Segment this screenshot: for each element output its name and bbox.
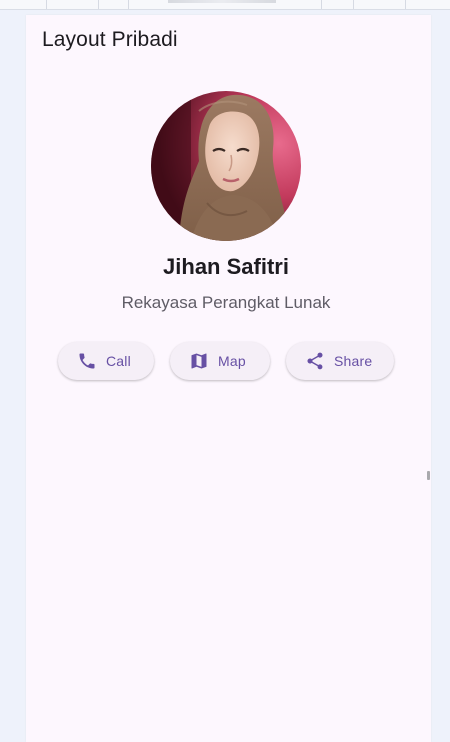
avatar bbox=[151, 91, 301, 241]
ruler-tick bbox=[353, 0, 354, 9]
top-ruler-strip bbox=[0, 0, 450, 10]
share-button-label: Share bbox=[334, 353, 373, 369]
ruler-tick bbox=[98, 0, 99, 9]
phone-icon bbox=[77, 351, 97, 371]
map-button-label: Map bbox=[218, 353, 246, 369]
ruler-tick bbox=[321, 0, 322, 9]
share-icon bbox=[305, 351, 325, 371]
scrollbar-thumb[interactable] bbox=[427, 471, 430, 480]
ruler-label-smudge bbox=[168, 0, 276, 3]
app-bar-title: Layout Pribadi bbox=[42, 28, 178, 51]
ruler-tick bbox=[46, 0, 47, 9]
call-button[interactable]: Call bbox=[58, 342, 154, 380]
ruler-tick bbox=[405, 0, 406, 9]
share-button[interactable]: Share bbox=[286, 342, 394, 380]
call-button-label: Call bbox=[106, 353, 131, 369]
profile-name: Jihan Safitri bbox=[163, 254, 289, 279]
map-button[interactable]: Map bbox=[170, 342, 270, 380]
map-icon bbox=[189, 351, 209, 371]
profile-role: Rekayasa Perangkat Lunak bbox=[121, 293, 331, 312]
app-screen: Layout Pribadi Jihan Safitri Rekayasa Pe… bbox=[26, 15, 431, 742]
profile-photo bbox=[151, 91, 301, 241]
ruler-tick bbox=[128, 0, 129, 9]
